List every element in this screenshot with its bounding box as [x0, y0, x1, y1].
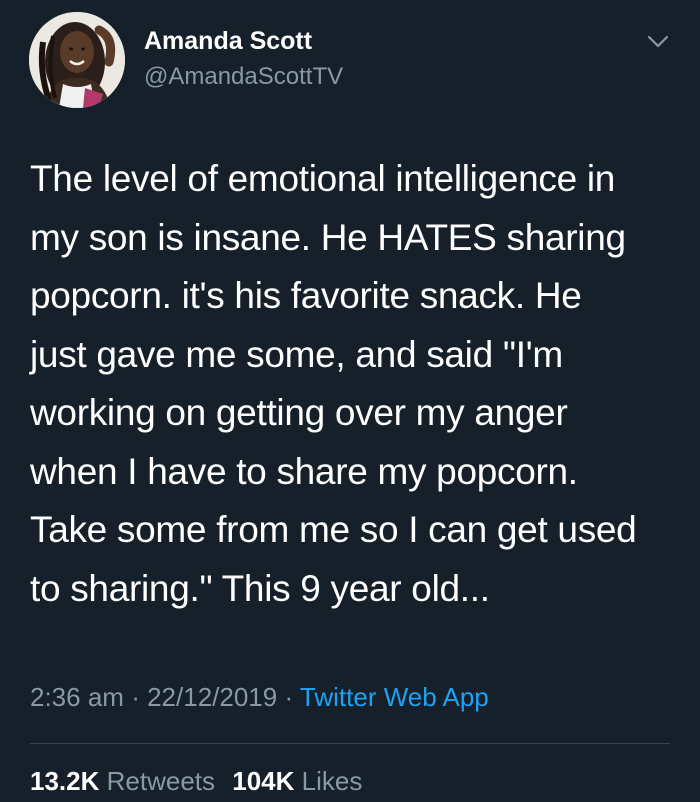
tweet-source-link[interactable]: Twitter Web App	[300, 682, 489, 712]
likes-count: 104K	[232, 766, 295, 796]
retweets-label: Retweets	[106, 766, 216, 796]
likes-label: Likes	[301, 766, 363, 796]
tweet-text-line: The level of emotional intelligence in	[30, 158, 616, 199]
tweet-text-line: to sharing." This 9 year old...	[30, 567, 490, 609]
avatar[interactable]	[29, 12, 125, 108]
tweet-text: The level of emotional intelligence in m…	[30, 150, 680, 618]
tweet-stats: 13.2K Retweets 104K Likes	[30, 766, 362, 797]
meta-separator: ·	[284, 682, 294, 712]
tweet-card: Amanda Scott @AmandaScottTV The level of…	[0, 0, 700, 802]
divider	[30, 743, 670, 744]
tweet-text-line: when I have to share my popcorn.	[30, 450, 578, 492]
tweet-text-line: my son is insane. He HATES sharing	[30, 216, 626, 258]
author-name[interactable]: Amanda Scott	[144, 27, 312, 56]
tweet-text-line: just gave me some, and said "I'm	[30, 333, 563, 375]
retweets-count: 13.2K	[30, 766, 100, 796]
tweet-text-line: Take some from me so I can get used	[30, 509, 637, 550]
tweet-date[interactable]: 22/12/2019	[147, 682, 277, 712]
retweets-stat[interactable]: 13.2K Retweets	[30, 766, 215, 796]
meta-separator: ·	[131, 682, 140, 712]
tweet-time[interactable]: 2:36 am	[30, 682, 124, 712]
chevron-down-icon[interactable]	[646, 34, 670, 50]
tweet-text-line: popcorn. it's his favorite snack. He	[30, 275, 582, 316]
author-handle[interactable]: @AmandaScottTV	[144, 63, 343, 91]
tweet-metadata: 2:36 am · 22/12/2019 · Twitter Web App	[30, 682, 489, 713]
profile-photo-icon	[29, 12, 125, 108]
likes-stat[interactable]: 104K Likes	[232, 766, 362, 796]
tweet-text-line: working on getting over my anger	[30, 392, 568, 433]
